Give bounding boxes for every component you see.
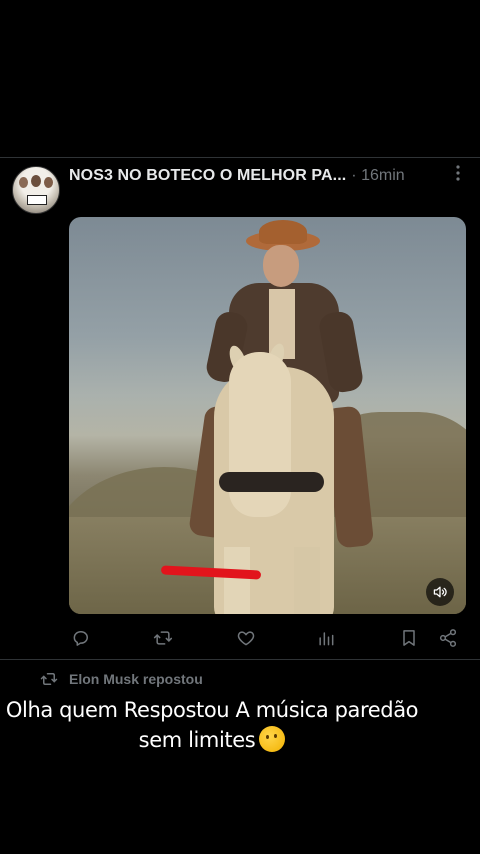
avatar-sign (27, 195, 47, 205)
thinking-face-icon (259, 726, 286, 752)
video-rider-face (263, 245, 299, 287)
caption-line-2-text: sem limites (138, 728, 256, 752)
repost-button[interactable] (151, 626, 175, 650)
post-timestamp[interactable]: · 16min (351, 166, 404, 186)
caption-line-1: Olha quem Respostou A música paredão (5, 698, 419, 722)
avatar-person-3 (44, 177, 53, 188)
repost-icon (153, 631, 173, 645)
speaker-muted-icon (433, 586, 447, 598)
views-button[interactable] (314, 626, 338, 650)
video-horse-head (229, 352, 291, 517)
overlay-caption: Olha quem Respostou A música paredão sem… (0, 695, 424, 755)
views-icon (319, 632, 334, 646)
video-horse-leg-right (294, 547, 320, 614)
top-divider (0, 157, 480, 158)
share-button[interactable] (436, 626, 460, 650)
video-horse-leg-left (224, 547, 250, 614)
bottom-divider (0, 659, 480, 660)
mute-toggle-button[interactable] (426, 578, 454, 606)
reply-button[interactable] (69, 626, 93, 650)
more-vertical-icon[interactable] (449, 165, 467, 187)
video-hat-crown (259, 220, 307, 244)
video-horse-bridle (219, 472, 324, 492)
reposted-by-text: Elon Musk repostou (69, 671, 203, 687)
author-avatar[interactable] (12, 166, 60, 214)
bookmark-button[interactable] (397, 626, 421, 650)
reply-icon (73, 631, 88, 646)
like-icon (237, 631, 255, 646)
share-icon (439, 629, 457, 647)
author-name[interactable]: NOS3 NO BOTECO O MELHOR PA... (69, 166, 346, 186)
post-actions-bar (0, 626, 480, 650)
caption-line-2: sem limites (0, 725, 424, 755)
screen: NOS3 NO BOTECO O MELHOR PA... · 16min El… (0, 0, 480, 854)
more-vertical-glyph (456, 165, 460, 181)
reposted-by-line[interactable]: Elon Musk repostou (40, 670, 203, 688)
post-video[interactable] (69, 217, 466, 614)
repost-indicator-icon (40, 673, 58, 685)
post-header: NOS3 NO BOTECO O MELHOR PA... · 16min (69, 166, 405, 186)
bookmark-icon (403, 630, 415, 646)
avatar-person-2 (31, 175, 41, 187)
avatar-person-1 (19, 177, 28, 188)
like-button[interactable] (234, 626, 258, 650)
